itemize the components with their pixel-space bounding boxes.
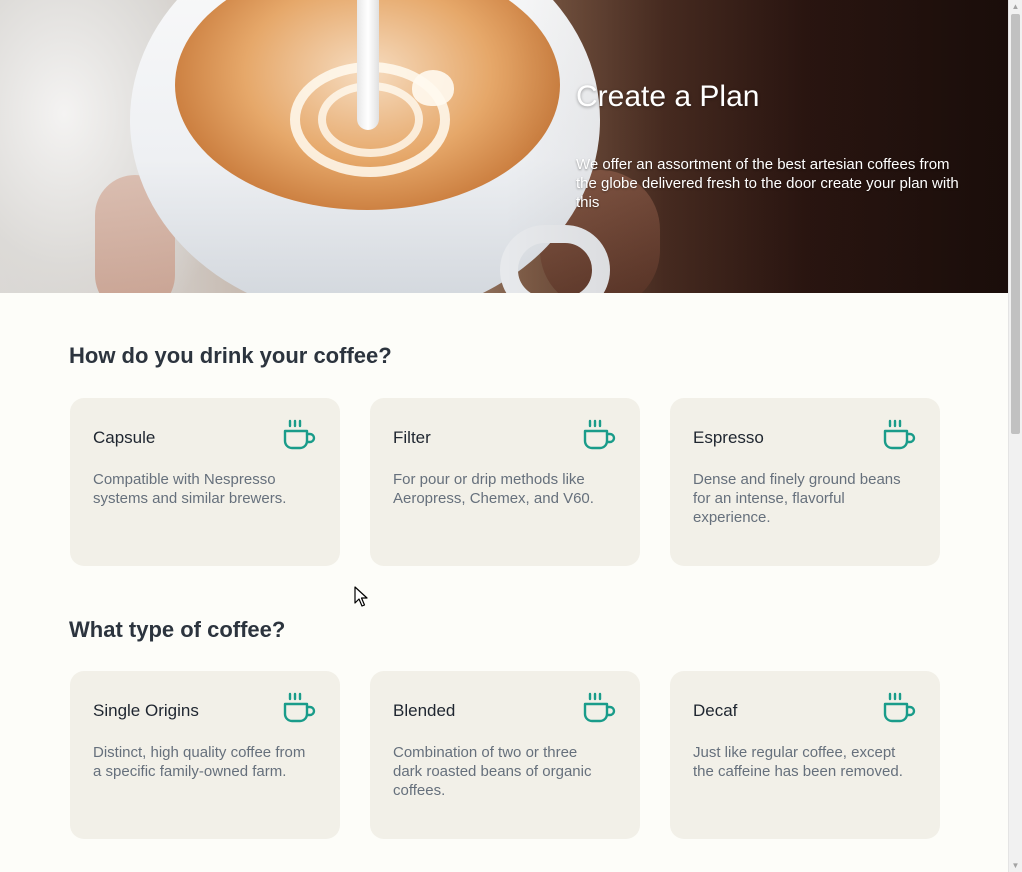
drink-options: Capsule Compatible with Nespresso system… bbox=[70, 398, 942, 568]
scroll-up-arrow-icon[interactable]: ▲ bbox=[1011, 2, 1020, 11]
option-card-espresso[interactable]: Espresso Dense and finely ground beans f… bbox=[670, 398, 940, 566]
page: Create a Plan We offer an assortment of … bbox=[0, 0, 1008, 872]
coffee-cup-icon bbox=[883, 419, 916, 450]
card-description: For pour or drip methods like Aeropress,… bbox=[393, 471, 594, 507]
card-description: Just like regular coffee, except the caf… bbox=[693, 744, 903, 780]
section-title-drink: How do you drink your coffee? bbox=[69, 343, 392, 368]
card-description: Combination of two or three dark roasted… bbox=[393, 744, 592, 799]
card-description: Distinct, high quality coffee from a spe… bbox=[93, 744, 306, 780]
coffee-cup-icon bbox=[283, 419, 316, 450]
card-description: Compatible with Nespresso systems and si… bbox=[93, 471, 287, 507]
hero-banner: Create a Plan We offer an assortment of … bbox=[0, 0, 1008, 293]
hero-title: Create a Plan bbox=[576, 80, 760, 113]
option-card-single-origins[interactable]: Single Origins Distinct, high quality co… bbox=[70, 671, 340, 839]
coffee-cup-icon bbox=[883, 692, 916, 723]
coffee-cup-icon bbox=[583, 419, 616, 450]
mouse-cursor-icon bbox=[354, 586, 368, 607]
option-card-filter[interactable]: Filter For pour or drip methods like Aer… bbox=[370, 398, 640, 566]
vertical-scrollbar[interactable]: ▲ ▼ bbox=[1008, 0, 1022, 872]
coffee-cup-icon bbox=[583, 692, 616, 723]
coffee-cup-icon bbox=[283, 692, 316, 723]
card-description: Dense and finely ground beans for an int… bbox=[693, 471, 901, 526]
option-card-blended[interactable]: Blended Combination of two or three dark… bbox=[370, 671, 640, 839]
scroll-thumb[interactable] bbox=[1011, 14, 1020, 434]
section-title-type: What type of coffee? bbox=[69, 617, 286, 642]
hero-description: We offer an assortment of the best artes… bbox=[576, 156, 959, 211]
scroll-down-arrow-icon[interactable]: ▼ bbox=[1011, 861, 1020, 870]
option-card-decaf[interactable]: Decaf Just like regular coffee, except t… bbox=[670, 671, 940, 839]
type-options: Single Origins Distinct, high quality co… bbox=[70, 671, 942, 841]
option-card-capsule[interactable]: Capsule Compatible with Nespresso system… bbox=[70, 398, 340, 566]
